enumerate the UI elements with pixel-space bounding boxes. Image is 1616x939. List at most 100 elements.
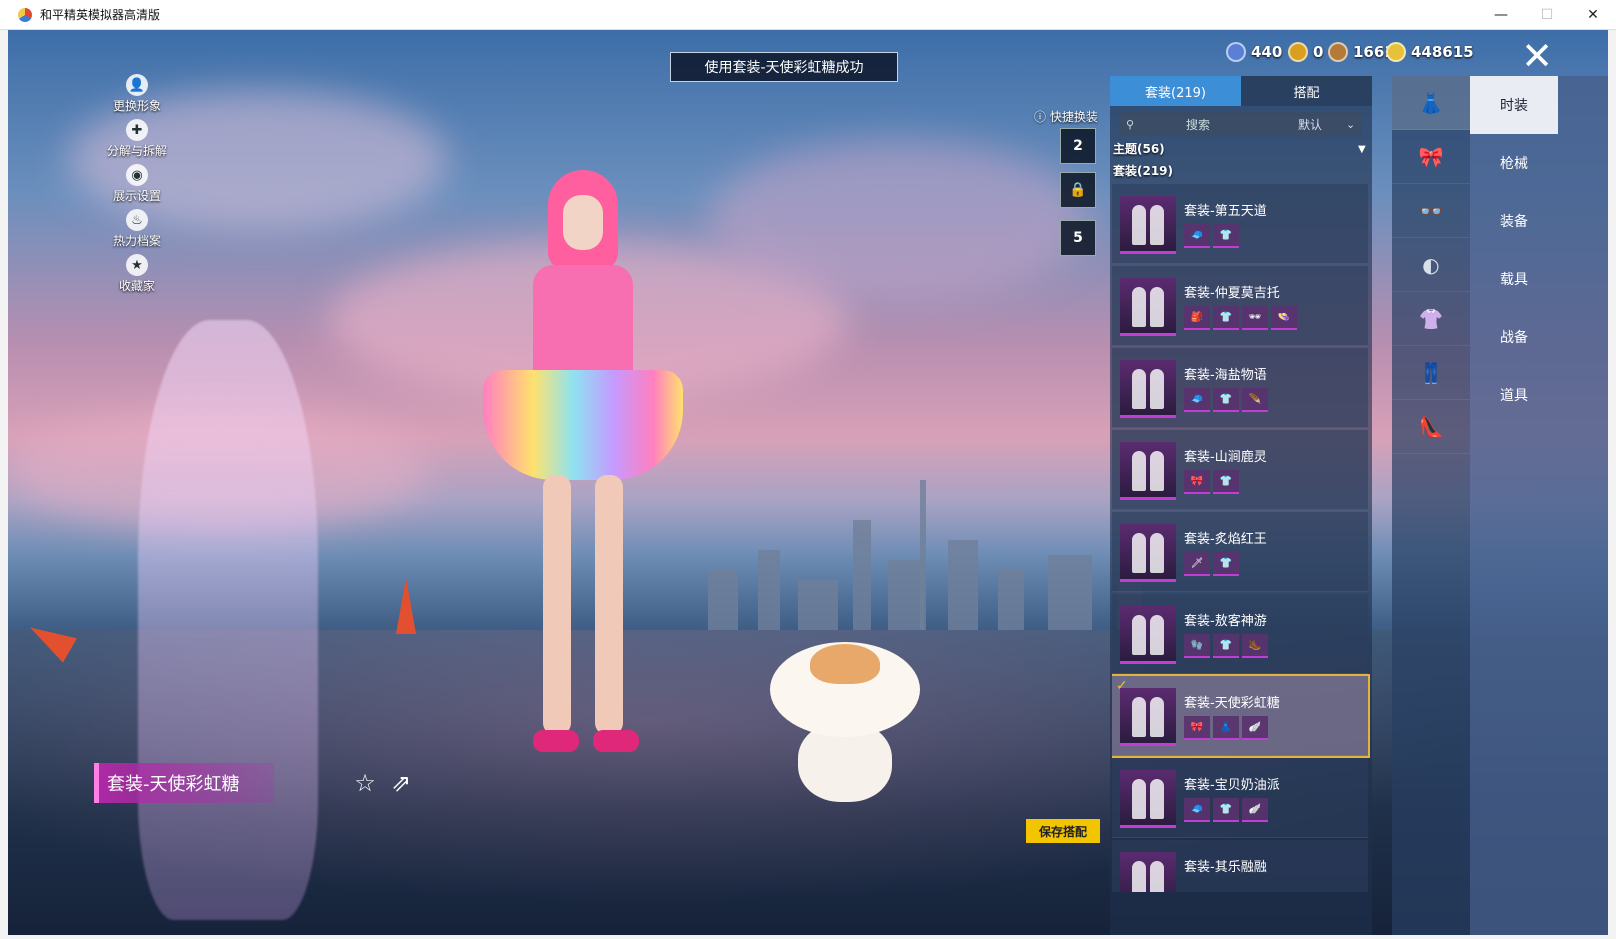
outfit-part-icon[interactable]: 👕 <box>1213 552 1239 576</box>
outfit-name: 套装-敖客神游 <box>1184 614 1267 629</box>
mask-icon[interactable]: ◐ <box>1392 238 1470 292</box>
menu-change-avatar[interactable]: 👤 更换形象 <box>82 74 192 119</box>
category-vehicles[interactable]: 载具 <box>1470 250 1558 308</box>
window-title: 和平精英模拟器高清版 <box>40 8 161 22</box>
menu-decompose[interactable]: ✚ 分解与拆解 <box>82 119 192 164</box>
outfit-part-icon[interactable]: 👕 <box>1213 470 1239 494</box>
hanger-icon: 2 <box>1073 138 1083 154</box>
outfit-part-icon[interactable]: 👒 <box>1271 306 1297 330</box>
outfit-part-icon[interactable]: 🗡 <box>1184 552 1210 576</box>
outfit-part-icon[interactable]: 🎀 <box>1184 716 1210 740</box>
filter-outfits[interactable]: 套装(219) <box>1113 162 1173 179</box>
outfit-name: 套装-山涧鹿灵 <box>1184 450 1267 465</box>
outfit-parts: 🎀 👗 🪽 <box>1184 716 1271 740</box>
search-icon: ⚲ <box>1126 117 1135 131</box>
outfit-thumbnail <box>1120 442 1176 500</box>
glasses-icon[interactable]: 👓 <box>1392 184 1470 238</box>
outfit-icon[interactable]: 👗 <box>1392 76 1470 130</box>
outfit-part-icon[interactable]: 🥾 <box>1242 634 1268 658</box>
search-input[interactable]: ⚲ 搜索 <box>1120 112 1256 136</box>
tab-matching[interactable]: 搭配 <box>1241 76 1372 106</box>
share-icon[interactable]: ⇗ <box>386 768 416 798</box>
outfit-list-item[interactable]: 套装-敖客神游 🧤 👕 🥾 <box>1112 594 1368 674</box>
outfit-part-icon[interactable]: 🕶 <box>1242 306 1268 330</box>
category-fashion[interactable]: 时装 <box>1470 76 1558 134</box>
quick-slot-1[interactable]: 2 <box>1060 128 1096 164</box>
menu-heat-profile[interactable]: ♨ 热力档案 <box>82 209 192 254</box>
outfit-part-icon[interactable]: 🎒 <box>1184 306 1210 330</box>
outfit-part-icon[interactable]: 🪽 <box>1242 798 1268 822</box>
outfit-part-icon[interactable]: 🧢 <box>1184 224 1210 248</box>
gold-coin-icon <box>1386 42 1406 62</box>
category-items[interactable]: 道具 <box>1470 366 1558 424</box>
outfit-list-item[interactable]: 套装-仲夏莫吉托 🎒 👕 🕶 👒 <box>1112 266 1368 346</box>
menu-display-settings[interactable]: ◉ 展示设置 <box>82 164 192 209</box>
sort-dropdown[interactable]: 默认 ⌄ <box>1256 112 1362 136</box>
outfit-part-icon[interactable]: 🪽 <box>1242 716 1268 740</box>
category-weapons[interactable]: 枪械 <box>1470 134 1558 192</box>
quick-slot-2[interactable]: 🔒 <box>1060 172 1096 208</box>
currency-value: 0 <box>1313 43 1324 61</box>
outfit-list-item[interactable]: ✓ 套装-天使彩虹糖 🎀 👗 🪽 <box>1112 674 1370 758</box>
outfit-thumbnail <box>1120 606 1176 664</box>
help-icon[interactable]: ⓘ <box>1034 110 1046 124</box>
category-battle-prep[interactable]: 战备 <box>1470 308 1558 366</box>
hat-icon[interactable]: 🎀 <box>1392 130 1470 184</box>
panel-tabs: 套装(219) 搭配 <box>1110 76 1372 106</box>
outfit-thumbnail <box>1120 524 1176 582</box>
filter-theme[interactable]: 主题(56) <box>1113 140 1165 157</box>
outfit-parts: 🧢 👕 🪽 <box>1184 798 1271 822</box>
tab-outfits[interactable]: 套装(219) <box>1110 76 1241 106</box>
minimize-button[interactable]: — <box>1478 0 1524 30</box>
traffic-cone <box>396 578 416 634</box>
menu-label: 收藏家 <box>118 279 155 293</box>
gem-icon <box>1226 42 1246 62</box>
outfit-part-icon[interactable]: 👕 <box>1213 388 1239 412</box>
save-outfit-button[interactable]: 保存搭配 <box>1026 819 1100 843</box>
outfit-name: 套装-海盐物语 <box>1184 368 1267 383</box>
token-icon <box>1288 42 1308 62</box>
outfit-part-icon[interactable]: 👕 <box>1213 634 1239 658</box>
currency-bronze: 1661 <box>1328 42 1395 62</box>
character-model[interactable] <box>463 170 703 810</box>
outfit-list-item[interactable]: 套装-其乐融融 <box>1112 840 1368 892</box>
top-icon[interactable]: 👚 <box>1392 292 1470 346</box>
hamster-pet[interactable] <box>770 642 920 802</box>
maximize-button[interactable]: ☐ <box>1524 0 1570 30</box>
outfit-list-item[interactable]: 套装-山涧鹿灵 🎀 👕 <box>1112 430 1368 510</box>
outfit-list-item[interactable]: 套装-第五天道 🧢 👕 <box>1112 184 1368 264</box>
collector-badge-icon: ★ <box>126 254 148 276</box>
hanger-icon: 5 <box>1073 230 1083 246</box>
outfit-part-icon[interactable]: 👕 <box>1213 798 1239 822</box>
outfit-part-icon[interactable]: 👕 <box>1213 306 1239 330</box>
outfit-name: 套装-炙焰红王 <box>1184 532 1267 547</box>
triangle-down-icon[interactable]: ▼ <box>1358 144 1366 155</box>
outfit-part-icon[interactable]: 🪶 <box>1242 388 1268 412</box>
outfit-part-icon[interactable]: 🧤 <box>1184 634 1210 658</box>
outfit-parts: 🧤 👕 🥾 <box>1184 634 1271 658</box>
outfit-list-item[interactable]: 套装-宝贝奶油派 🧢 👕 🪽 <box>1112 758 1368 838</box>
outfit-thumbnail <box>1120 852 1176 892</box>
outfit-part-icon[interactable]: 🎀 <box>1184 470 1210 494</box>
shoes-icon[interactable]: 👠 <box>1392 400 1470 454</box>
quick-slot-3[interactable]: 5 <box>1060 220 1096 256</box>
pants-icon[interactable]: 👖 <box>1392 346 1470 400</box>
quick-change-label: ⓘ 快捷换装 <box>1034 108 1098 125</box>
flame-icon: ♨ <box>126 209 148 231</box>
star-icon[interactable]: ☆ <box>350 768 380 798</box>
outfit-part-icon[interactable]: 👕 <box>1213 224 1239 248</box>
category-equipment[interactable]: 装备 <box>1470 192 1558 250</box>
outfit-part-icon[interactable]: 👗 <box>1213 716 1239 740</box>
outfit-part-icon[interactable]: 🧢 <box>1184 388 1210 412</box>
menu-collector[interactable]: ★ 收藏家 <box>82 254 192 299</box>
outfit-list-item[interactable]: 套装-海盐物语 🧢 👕 🪶 <box>1112 348 1368 428</box>
outfit-thumbnail <box>1120 688 1176 746</box>
outfit-part-icon[interactable]: 🧢 <box>1184 798 1210 822</box>
currency-gems: 440 <box>1226 42 1282 62</box>
menu-label: 展示设置 <box>112 189 161 203</box>
close-window-button[interactable]: ✕ <box>1570 0 1616 30</box>
outfit-list-item[interactable]: 套装-炙焰红王 🗡 👕 <box>1112 512 1368 592</box>
close-icon[interactable]: ✕ <box>1514 34 1560 78</box>
category-rail: 时装 枪械 装备 载具 战备 道具 <box>1470 76 1608 935</box>
app-logo-icon <box>18 7 32 22</box>
